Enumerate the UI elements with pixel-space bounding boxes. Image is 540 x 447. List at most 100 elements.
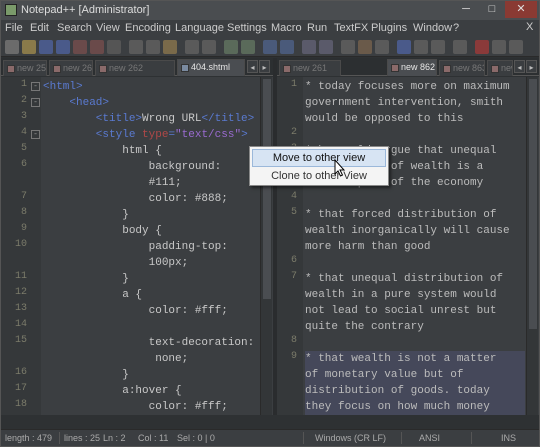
print-icon[interactable] <box>107 40 121 54</box>
sync-vertical-icon[interactable] <box>302 40 316 54</box>
menu-run[interactable]: Run <box>307 22 327 34</box>
code-token: <html> <box>43 81 83 93</box>
zoom-out-icon[interactable] <box>280 40 294 54</box>
line-number: 9 <box>290 351 297 362</box>
show-all-chars-icon[interactable] <box>358 40 372 54</box>
close-all-icon[interactable] <box>90 40 104 54</box>
tab-label: new 261 <box>293 63 328 73</box>
code-line: body { <box>43 223 162 239</box>
sync-horizontal-icon[interactable] <box>319 40 333 54</box>
save-icon[interactable] <box>39 40 53 54</box>
stop-recording-icon[interactable] <box>492 40 506 54</box>
line-number <box>277 303 299 319</box>
line-number: 3 <box>20 111 27 122</box>
tab-new-262[interactable]: new 262 <box>95 60 175 76</box>
menu-help[interactable]: ? <box>453 22 459 34</box>
tab-new-261[interactable]: new 261 <box>49 60 93 76</box>
text-line: they focus on how much money <box>305 399 525 415</box>
line-number <box>277 239 299 255</box>
tab-scroll-left-icon[interactable]: ◂ <box>247 60 258 73</box>
language-icon[interactable] <box>397 40 411 54</box>
menu-edit[interactable]: Edit <box>30 22 49 34</box>
menu-view[interactable]: View <box>96 22 120 34</box>
find-icon[interactable] <box>224 40 238 54</box>
cut-icon[interactable] <box>129 40 143 54</box>
new-file-icon[interactable] <box>5 40 19 54</box>
open-file-icon[interactable] <box>22 40 36 54</box>
text-line: wealth in a pure system would <box>305 289 497 301</box>
save-all-icon[interactable] <box>56 40 70 54</box>
code-line: } <box>43 207 129 223</box>
tab-new-256[interactable]: new 256 <box>3 60 47 76</box>
line-number <box>277 367 299 383</box>
close-file-icon[interactable] <box>73 40 87 54</box>
menu-language[interactable]: Language <box>175 22 224 34</box>
line-number: 17 <box>14 383 27 394</box>
replace-icon[interactable] <box>241 40 255 54</box>
doc-map-icon[interactable] <box>414 40 428 54</box>
menu-window[interactable]: Window <box>413 22 452 34</box>
status-col: Col : 11 <box>138 433 169 443</box>
zoom-in-icon[interactable] <box>263 40 277 54</box>
tab-new-862[interactable]: new 862 <box>387 59 437 76</box>
tab-label: new 864 <box>501 63 512 73</box>
fold-toggle-icon[interactable]: - <box>31 82 40 91</box>
file-icon <box>443 65 451 73</box>
paste-icon[interactable] <box>163 40 177 54</box>
tab-new-261[interactable]: new 261 <box>279 60 341 76</box>
close-document-icon[interactable]: X <box>526 21 533 33</box>
menu-settings[interactable]: Settings <box>227 22 267 34</box>
minimize-button[interactable]: ─ <box>453 1 479 18</box>
file-icon <box>491 65 499 73</box>
right-editor[interactable]: 12345678910 * today focuses more on maxi… <box>277 77 539 415</box>
left-tab-bar: new 256 new 261 new 262 404.shtml ◂ ▸ <box>1 58 273 76</box>
title-bar[interactable]: Notepad++ [Administrator] ─ □ ✕ <box>1 1 539 20</box>
maximize-button[interactable]: □ <box>479 1 505 18</box>
line-number: 7 <box>20 191 27 202</box>
menu-textfx[interactable]: TextFX <box>334 22 368 34</box>
scroll-thumb[interactable] <box>263 79 271 299</box>
move-to-other-view-item[interactable]: Move to other view <box>252 149 386 167</box>
line-number <box>1 351 29 367</box>
right-vertical-scrollbar[interactable] <box>526 77 538 415</box>
line-number <box>277 287 299 303</box>
record-macro-icon[interactable] <box>475 40 489 54</box>
tab-new-864[interactable]: new 864 <box>487 60 513 76</box>
code-line: background: <box>43 159 222 175</box>
tab-scroll-right-icon[interactable]: ▸ <box>526 60 537 73</box>
redo-icon[interactable] <box>202 40 216 54</box>
line-number: 1 <box>290 79 297 90</box>
tab-404-shtml[interactable]: 404.shtml <box>177 59 245 76</box>
line-number: 16 <box>14 367 27 378</box>
scroll-thumb[interactable] <box>529 79 537 329</box>
left-editor[interactable]: 1-2-34-567891011121314151617181920 <html… <box>1 77 273 415</box>
close-button[interactable]: ✕ <box>505 1 537 18</box>
tab-scroll-right-icon[interactable]: ▸ <box>259 60 270 73</box>
menu-search[interactable]: Search <box>57 22 92 34</box>
function-list-icon[interactable] <box>431 40 445 54</box>
tab-label: new 256 <box>17 63 47 73</box>
file-icon <box>283 65 291 73</box>
fold-toggle-icon[interactable]: - <box>31 130 40 139</box>
line-number: 14 <box>14 319 27 330</box>
menu-encoding[interactable]: Encoding <box>125 22 171 34</box>
folder-workspace-icon[interactable] <box>453 40 467 54</box>
menu-macro[interactable]: Macro <box>271 22 302 34</box>
line-number <box>277 319 299 335</box>
left-vertical-scrollbar[interactable] <box>260 77 272 415</box>
copy-icon[interactable] <box>146 40 160 54</box>
menu-plugins[interactable]: Plugins <box>371 22 407 34</box>
playback-macro-icon[interactable] <box>509 40 523 54</box>
tab-new-863[interactable]: new 863 <box>439 60 485 76</box>
tab-scroll-left-icon[interactable]: ◂ <box>514 60 525 73</box>
line-number: 18 <box>14 399 27 410</box>
fold-toggle-icon[interactable]: - <box>31 98 40 107</box>
line-number <box>1 255 29 271</box>
clone-to-other-view-item[interactable]: Clone to other View <box>252 168 386 185</box>
word-wrap-icon[interactable] <box>341 40 355 54</box>
undo-icon[interactable] <box>185 40 199 54</box>
text-line <box>305 255 525 271</box>
menu-file[interactable]: File <box>5 22 23 34</box>
status-eol: Windows (CR LF) <box>315 433 387 443</box>
indent-guide-icon[interactable] <box>375 40 389 54</box>
